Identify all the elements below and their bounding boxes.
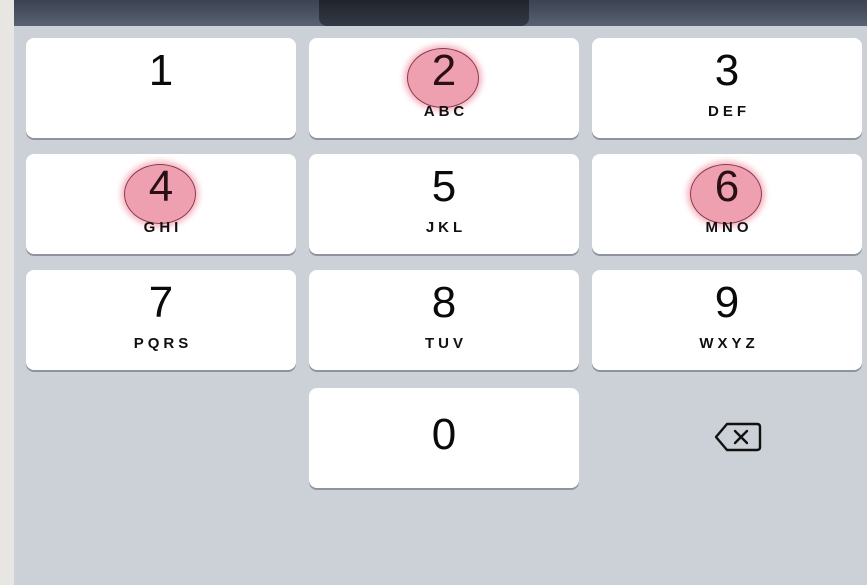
key-letters: PQRS — [133, 335, 193, 352]
key-digit: 3 — [714, 46, 740, 95]
key-1[interactable]: 1 — [26, 38, 296, 138]
key-digit: 8 — [431, 278, 457, 327]
key-digit: 6 — [714, 162, 740, 211]
key-4[interactable]: 4 GHI — [26, 154, 296, 254]
top-bar-notch — [319, 0, 529, 26]
key-digit: 4 — [148, 162, 174, 211]
key-8[interactable]: 8 TUV — [309, 270, 579, 370]
key-digit: 0 — [431, 410, 457, 459]
key-digit: 7 — [148, 278, 174, 327]
key-9[interactable]: 9 WXYZ — [592, 270, 862, 370]
key-digit: 9 — [714, 278, 740, 327]
keypad-screen: 1 2 ABC 3 DEF 4 GHI 5 JKL 6 MNO 7 PQRS 8… — [14, 0, 867, 585]
key-letters: JKL — [425, 219, 467, 236]
top-bar — [14, 0, 867, 26]
key-7[interactable]: 7 PQRS — [26, 270, 296, 370]
key-digit: 1 — [148, 46, 174, 95]
key-letters: TUV — [425, 335, 467, 352]
delete-button[interactable] — [592, 388, 862, 488]
backspace-icon — [714, 422, 762, 452]
key-digit: 5 — [431, 162, 457, 211]
key-2[interactable]: 2 ABC — [309, 38, 579, 138]
key-letters: GHI — [143, 219, 183, 236]
key-letters: WXYZ — [699, 335, 759, 352]
key-digit: 2 — [431, 46, 457, 95]
key-5[interactable]: 5 JKL — [309, 154, 579, 254]
key-letters: MNO — [705, 219, 753, 236]
key-letters: ABC — [423, 103, 469, 120]
key-6[interactable]: 6 MNO — [592, 154, 862, 254]
key-0[interactable]: 0 — [309, 388, 579, 488]
key-3[interactable]: 3 DEF — [592, 38, 862, 138]
key-letters: DEF — [708, 103, 750, 120]
